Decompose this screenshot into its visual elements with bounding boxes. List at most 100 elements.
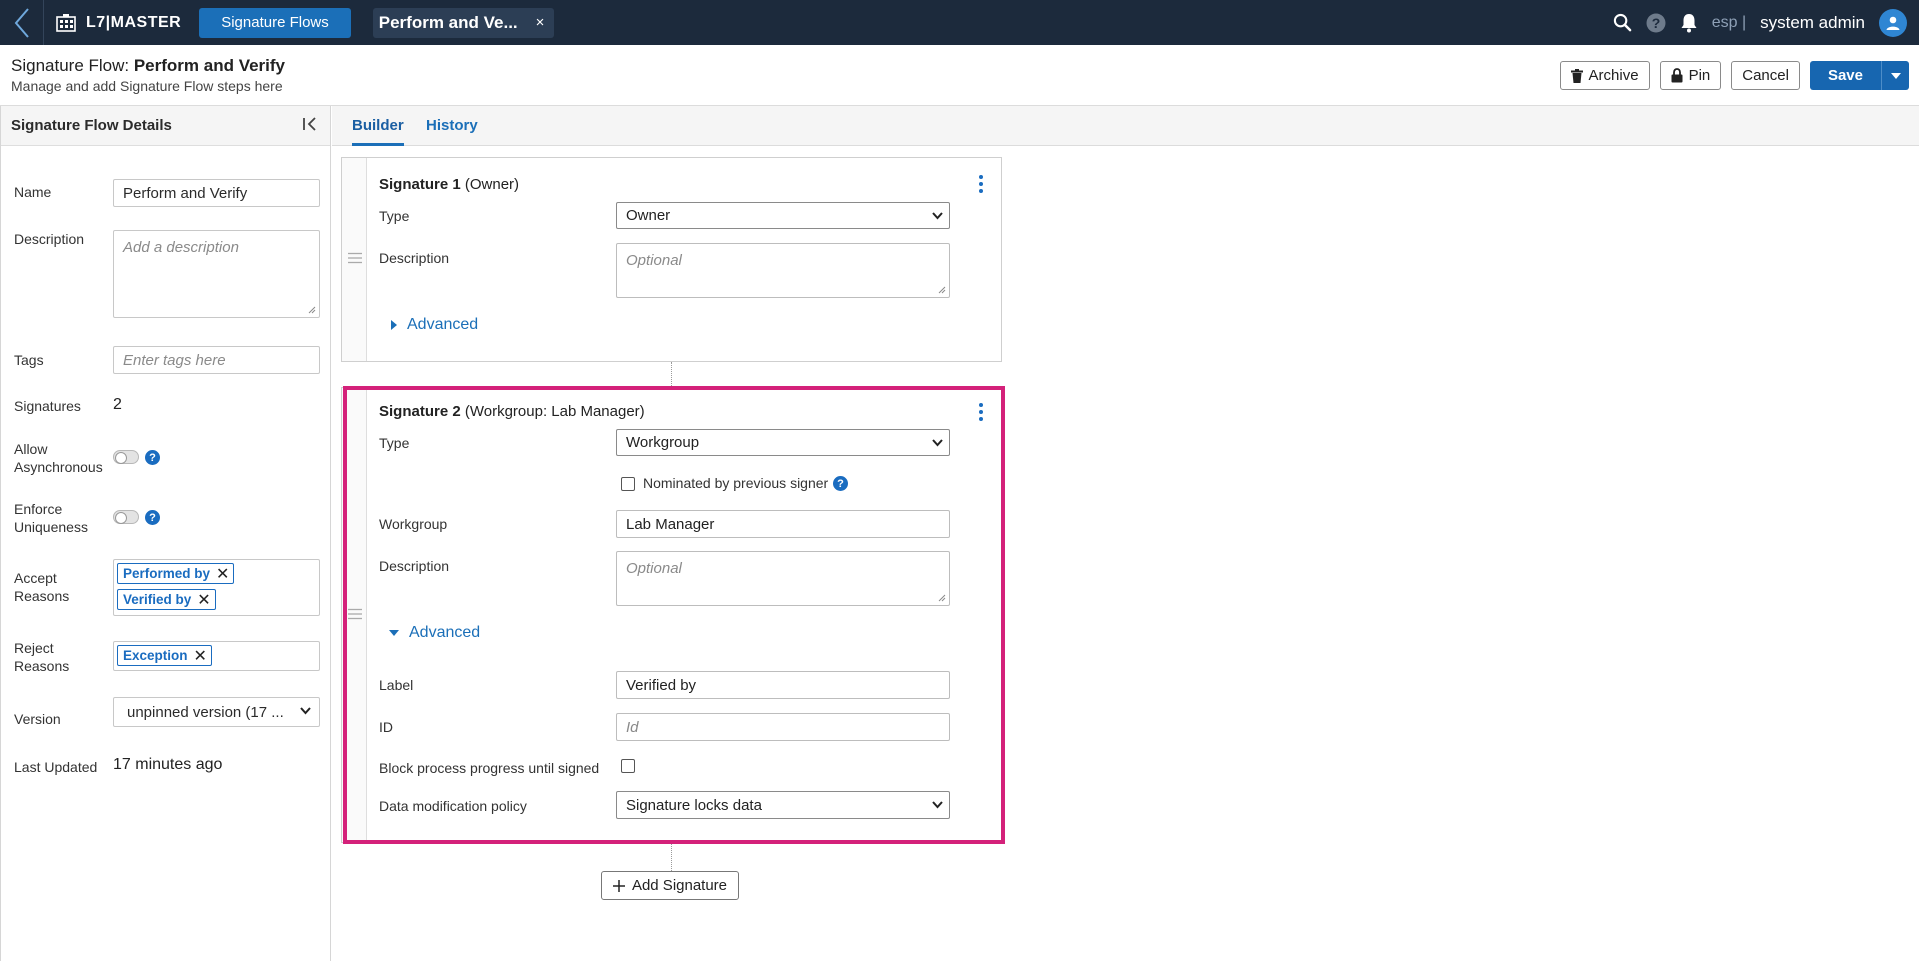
bell-icon[interactable]: [1680, 13, 1698, 33]
collapse-panel-icon[interactable]: [302, 116, 318, 132]
save-button[interactable]: Save: [1809, 61, 1881, 90]
building-grid-icon: [56, 13, 76, 32]
enforce-uniqueness-label: Enforce Uniqueness: [14, 500, 88, 536]
label-input[interactable]: Verified by: [616, 671, 950, 699]
signature-1-title-rest: (Owner): [460, 176, 520, 193]
trash-icon: [1570, 68, 1583, 83]
remove-chip-icon[interactable]: ✕: [194, 646, 207, 666]
version-label: Version: [14, 711, 61, 727]
tab-signature-flows[interactable]: Signature Flows: [199, 7, 351, 38]
connector-line: [671, 844, 672, 871]
tab-history[interactable]: History: [426, 117, 478, 134]
accept-label-line2: Reasons: [14, 588, 70, 604]
reject-reason-chip: Exception ✕: [117, 645, 212, 666]
app-logo[interactable]: L7|MASTER: [56, 13, 182, 32]
tab-builder[interactable]: Builder: [352, 117, 404, 146]
resize-handle-icon[interactable]: [308, 306, 316, 314]
resize-handle-icon[interactable]: [938, 286, 946, 294]
data-policy-select[interactable]: Signature locks data: [616, 791, 950, 819]
chevron-down-icon: [932, 801, 943, 809]
type-select[interactable]: Workgroup: [616, 429, 950, 456]
cancel-button[interactable]: Cancel: [1731, 61, 1800, 90]
version-select[interactable]: unpinned version (17 ...: [113, 697, 320, 727]
nominated-label: Nominated by previous signer: [643, 475, 829, 491]
search-icon[interactable]: [1613, 13, 1632, 32]
description-placeholder: Optional: [626, 252, 682, 269]
id-placeholder: Id: [626, 718, 639, 736]
label-label: Label: [379, 677, 414, 693]
block-progress-checkbox[interactable]: [621, 759, 635, 773]
reject-reasons-input[interactable]: Exception ✕: [113, 641, 320, 671]
chevron-left-icon: [14, 7, 29, 38]
accept-reason-chip-label: Performed by: [123, 566, 211, 581]
last-updated-label: Last Updated: [14, 759, 98, 775]
language-switch[interactable]: esp |: [1712, 14, 1746, 32]
enforce-uniqueness-toggle[interactable]: [113, 510, 139, 524]
more-options-icon[interactable]: [979, 403, 983, 424]
back-button[interactable]: [0, 0, 44, 45]
tab-open-document[interactable]: Perform and Ve... ×: [372, 7, 555, 38]
archive-button[interactable]: Archive: [1559, 61, 1650, 90]
description-label: Description: [379, 558, 450, 574]
save-options-button[interactable]: [1881, 61, 1909, 90]
enforce-label-line2: Uniqueness: [14, 519, 88, 535]
avatar[interactable]: [1879, 8, 1907, 37]
type-label: Type: [379, 208, 410, 224]
enforce-uniqueness-help-icon[interactable]: ?: [145, 510, 160, 525]
user-name[interactable]: system admin: [1760, 13, 1865, 33]
close-tab-icon[interactable]: ×: [536, 14, 545, 31]
version-select-value: unpinned version (17 ...: [127, 703, 284, 721]
advanced-toggle[interactable]: Advanced: [391, 316, 478, 334]
description-textarea[interactable]: Add a description: [113, 230, 320, 318]
advanced-toggle[interactable]: Advanced: [389, 624, 480, 642]
resize-handle-icon[interactable]: [938, 594, 946, 602]
nominated-help-icon[interactable]: ?: [833, 476, 848, 491]
pin-button[interactable]: Pin: [1659, 61, 1722, 90]
remove-chip-icon[interactable]: ✕: [197, 590, 210, 610]
drag-grip-icon: [348, 252, 362, 264]
remove-chip-icon[interactable]: ✕: [216, 564, 229, 584]
drag-handle[interactable]: [342, 158, 367, 361]
nominated-checkbox[interactable]: [621, 477, 635, 491]
name-input-value: Perform and Verify: [123, 184, 248, 202]
name-label: Name: [14, 184, 52, 200]
chevron-down-icon: [932, 439, 943, 447]
description-placeholder: Add a description: [123, 239, 239, 256]
accept-reasons-label: Accept Reasons: [14, 569, 69, 605]
description-textarea[interactable]: Optional: [616, 243, 950, 298]
advanced-toggle-label: Advanced: [407, 316, 479, 333]
tab-open-document-label: Perform and Ve...: [378, 12, 518, 32]
enforce-label-line1: Enforce: [14, 501, 63, 517]
tags-input[interactable]: Enter tags here: [113, 346, 320, 374]
more-options-icon[interactable]: [979, 175, 983, 196]
workgroup-label: Workgroup: [379, 516, 448, 532]
app-name: L7|MASTER: [86, 13, 182, 31]
user-icon: [1886, 16, 1900, 30]
workgroup-input[interactable]: Lab Manager: [616, 510, 950, 538]
plus-icon: [612, 879, 625, 892]
signature-2-title-rest: (Workgroup: Lab Manager): [460, 403, 645, 420]
builder-tabs: Builder History: [332, 106, 1919, 146]
connector-line: [671, 362, 672, 386]
id-input[interactable]: Id: [616, 713, 950, 741]
signatures-count: 2: [113, 396, 122, 413]
type-label: Type: [379, 435, 410, 451]
description-placeholder: Optional: [626, 560, 682, 577]
drag-grip-icon: [348, 608, 362, 620]
drag-handle[interactable]: [342, 388, 367, 842]
chevron-down-icon: [300, 707, 311, 715]
page-title: Signature Flow: Perform and Verify: [11, 56, 285, 76]
header-actions: Archive Pin Cancel Save: [1559, 61, 1909, 90]
help-icon[interactable]: ?: [1646, 13, 1666, 33]
description-textarea[interactable]: Optional: [616, 551, 950, 606]
reject-reasons-label: Reject Reasons: [14, 639, 69, 675]
id-label: ID: [379, 719, 393, 735]
name-input[interactable]: Perform and Verify: [113, 179, 320, 207]
add-signature-button[interactable]: Add Signature: [601, 871, 739, 900]
allow-async-toggle[interactable]: [113, 450, 139, 464]
allow-async-help-icon[interactable]: ?: [145, 450, 160, 465]
top-navigation-bar: L7|MASTER Signature Flows Perform and Ve…: [0, 0, 1919, 45]
type-select[interactable]: Owner: [616, 202, 950, 229]
accept-reasons-input[interactable]: Performed by ✕ Verified by ✕: [113, 559, 320, 616]
caret-down-icon: [389, 630, 399, 636]
